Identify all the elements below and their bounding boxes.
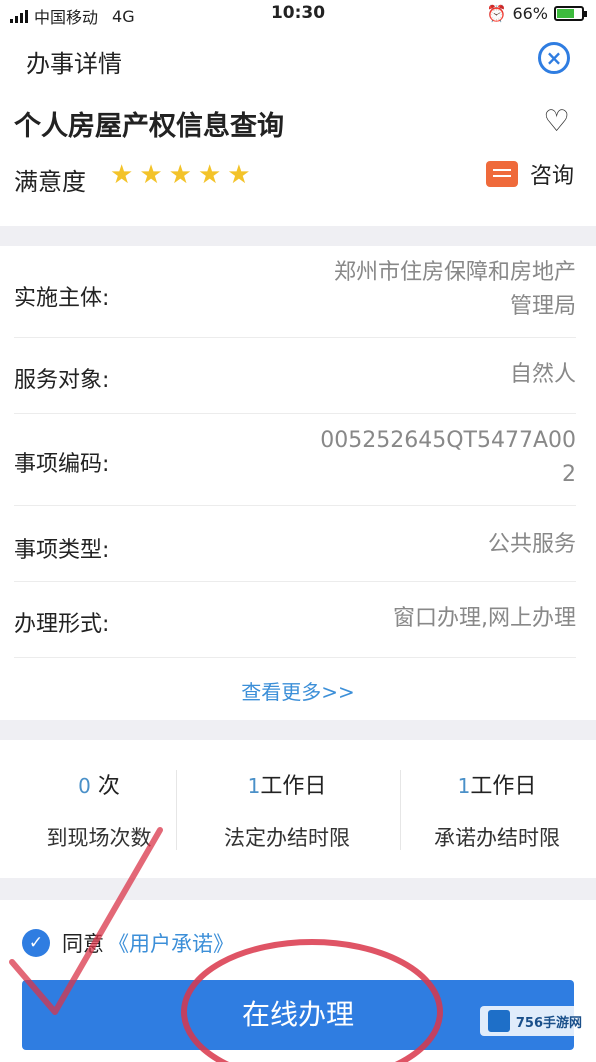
stat-unit: 次 [97,774,120,799]
stat-promise-limit: 1工作日 承诺办结时限 [398,768,596,852]
chat-bubble-icon [485,161,518,187]
service-name: 个人房屋产权信息查询 [14,111,284,142]
info-row-type: 事项类型: 公共服务 [14,506,576,582]
status-bar: 中国移动 4G 10:30 ⏰ 66% [0,0,596,28]
star-icon: ★ [197,160,222,190]
info-row-implementer: 实施主体: 郑州市住房保障和房地产 管理局 [14,246,576,338]
watermark-text: 756手游网 [515,1015,582,1031]
consult-label: 咨询 [529,164,574,189]
info-label: 实施主体: [14,286,110,311]
info-value: 窗口办理,网上办理 [393,606,576,631]
info-value: 自然人 [509,362,576,387]
alarm-icon: ⏰ [486,4,507,23]
stat-caption: 法定办结时限 [224,826,350,850]
info-label: 服务对象: [14,368,110,393]
stat-unit: 工作日 [260,774,327,799]
close-icon[interactable]: × [538,42,570,74]
user-promise-link[interactable]: 《用户承诺》 [108,928,234,958]
info-label: 办理形式: [14,612,110,637]
stat-legal-limit: 1工作日 法定办结时限 [188,768,386,852]
view-more-link[interactable]: 查看更多>> [0,676,596,705]
star-icon: ★ [168,160,192,190]
service-info: 实施主体: 郑州市住房保障和房地产 管理局 服务对象: 自然人 事项编码: 00… [0,246,596,720]
info-row-code: 事项编码: 005252645QT5477A00 2 [14,414,576,506]
stat-visits: 0 次 到现场次数 [0,768,198,852]
bottom-action-bar: ✓ 同意 《用户承诺》 在线办理 [0,900,596,1062]
service-stats: 0 次 到现场次数 1工作日 法定办结时限 1工作日 承诺办结时限 [0,740,596,878]
stat-unit: 工作日 [470,774,537,799]
battery-percent: 66% [512,4,548,23]
service-header: 个人房屋产权信息查询 ♡ 满意度 ★ ★ ★ ★ ★ 咨询 [0,90,596,226]
info-row-target: 服务对象: 自然人 [14,338,576,414]
consult-button[interactable]: 咨询 [485,158,574,190]
satisfaction-label: 满意度 [14,168,86,196]
checkbox-checked-icon[interactable]: ✓ [22,929,50,957]
star-icon: ★ [227,160,251,190]
stat-number: 1 [457,774,471,798]
info-value: 郑州市住房保障和房地产 管理局 [333,260,576,319]
stat-caption: 承诺办结时限 [434,826,560,850]
satisfaction-stars: ★ ★ ★ ★ ★ [110,160,251,190]
info-label: 事项类型: [14,538,110,563]
battery-icon [554,6,587,21]
info-value: 005252645QT5477A00 2 [320,428,576,487]
star-icon: ★ [110,160,134,190]
watermark-logo: 756手游网 [479,1006,590,1036]
info-label: 事项编码: [14,452,110,477]
cube-logo-icon [487,1010,510,1032]
info-row-form: 办理形式: 窗口办理,网上办理 [14,582,576,658]
star-icon: ★ [139,160,163,190]
stat-number: 1 [247,774,261,798]
agree-text: 同意 [62,932,104,956]
stat-number: 0 [78,774,91,798]
stat-caption: 到现场次数 [46,826,152,850]
info-value: 公共服务 [487,532,576,557]
favorite-heart-icon[interactable]: ♡ [543,104,570,139]
nav-bar: 办事详情 × [0,28,596,90]
agree-row: ✓ 同意 《用户承诺》 [22,928,234,958]
divider [176,770,177,850]
page-title: 办事详情 [26,50,122,78]
